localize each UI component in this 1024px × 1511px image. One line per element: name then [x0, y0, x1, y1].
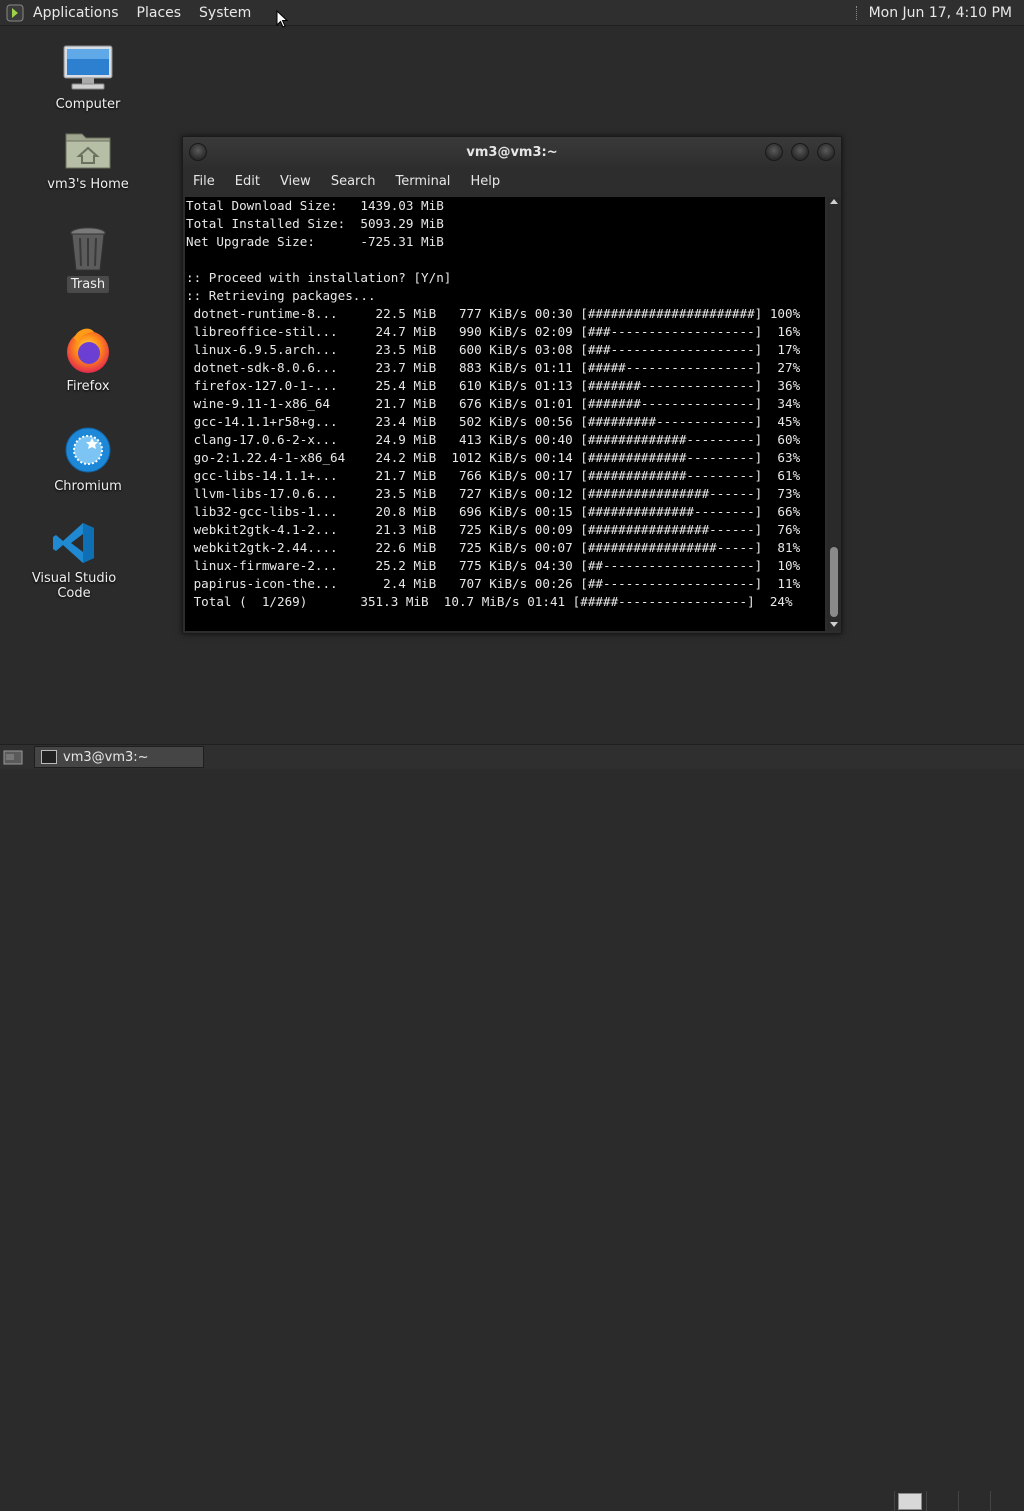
desktop-icon-computer[interactable]: Computer	[28, 44, 148, 113]
terminal-scrollbar[interactable]	[827, 197, 841, 631]
chromium-icon	[65, 427, 111, 473]
system-menu[interactable]: System	[190, 5, 260, 21]
terminal-line: lib32-gcc-libs-1... 20.8 MiB 696 KiB/s 0…	[186, 504, 801, 519]
taskbar-window-button[interactable]: vm3@vm3:~	[34, 746, 204, 768]
close-button[interactable]	[817, 143, 835, 161]
menu-terminal[interactable]: Terminal	[385, 174, 460, 189]
workspace-2[interactable]	[928, 1491, 954, 1511]
desktop-icon-home[interactable]: vm3's Home	[28, 128, 148, 193]
terminal-line: Net Upgrade Size: -725.31 MiB	[186, 234, 444, 249]
terminal-line: linux-6.9.5.arch... 23.5 MiB 600 KiB/s 0…	[186, 342, 801, 357]
terminal-line: webkit2gtk-4.1-2... 21.3 MiB 725 KiB/s 0…	[186, 522, 801, 537]
terminal-window[interactable]: vm3@vm3:~ File Edit View Search Terminal…	[182, 136, 842, 634]
desktop-icon-label: vm3's Home	[47, 177, 129, 192]
terminal-line: gcc-14.1.1+r58+g... 23.4 MiB 502 KiB/s 0…	[186, 414, 801, 429]
applications-menu[interactable]: Applications	[24, 5, 128, 21]
terminal-line: linux-firmware-2... 25.2 MiB 775 KiB/s 0…	[186, 558, 801, 573]
window-title: vm3@vm3:~	[466, 144, 558, 160]
places-menu[interactable]: Places	[128, 5, 191, 21]
menu-view[interactable]: View	[270, 174, 321, 189]
terminal-line: Total ( 1/269) 351.3 MiB 10.7 MiB/s 01:4…	[186, 594, 793, 609]
taskbar-window-label: vm3@vm3:~	[63, 749, 149, 765]
window-menu-button[interactable]	[189, 143, 207, 161]
trash-icon	[70, 227, 106, 271]
bottom-panel: vm3@vm3:~	[0, 744, 1024, 1511]
terminal-line: dotnet-runtime-8... 22.5 MiB 777 KiB/s 0…	[186, 306, 801, 321]
terminal-line: :: Retrieving packages...	[186, 288, 376, 303]
desktop-icon-trash[interactable]: Trash	[28, 226, 148, 293]
desktop-icon-label: Chromium	[54, 479, 122, 494]
window-titlebar[interactable]: vm3@vm3:~	[183, 137, 841, 167]
panel-separator	[855, 5, 859, 20]
workspace-1[interactable]	[898, 1493, 922, 1510]
desktop-icon-vscode[interactable]: Visual Studio Code	[14, 520, 134, 602]
menu-edit[interactable]: Edit	[225, 174, 270, 189]
desktop-icon-chromium[interactable]: Chromium	[28, 426, 148, 495]
clock[interactable]: Mon Jun 17, 4:10 PM	[861, 5, 1024, 21]
scrollbar-thumb[interactable]	[830, 547, 838, 617]
terminal-line: dotnet-sdk-8.0.6... 23.7 MiB 883 KiB/s 0…	[186, 360, 801, 375]
vscode-icon	[53, 523, 94, 563]
menu-help[interactable]: Help	[460, 174, 510, 189]
desktop-icon-label: Visual Studio Code	[31, 571, 117, 601]
desktop-icon-label: Firefox	[66, 379, 110, 394]
terminal-line: Total Installed Size: 5093.29 MiB	[186, 216, 444, 231]
terminal-line: wine-9.11-1-x86_64 21.7 MiB 676 KiB/s 01…	[186, 396, 801, 411]
terminal-line: Total Download Size: 1439.03 MiB	[186, 198, 444, 213]
desktop-icon-label: Trash	[66, 276, 110, 293]
terminal-line: clang-17.0.6-2-x... 24.9 MiB 413 KiB/s 0…	[186, 432, 801, 447]
menu-file[interactable]: File	[183, 174, 225, 189]
scroll-up-arrow-icon[interactable]	[830, 199, 838, 204]
show-desktop-icon[interactable]	[3, 748, 23, 766]
workspace-3[interactable]	[960, 1491, 986, 1511]
terminal-menubar: File Edit View Search Terminal Help	[183, 167, 841, 195]
menu-search[interactable]: Search	[321, 174, 386, 189]
applications-logo-icon[interactable]	[6, 4, 24, 22]
terminal-line: firefox-127.0-1-... 25.4 MiB 610 KiB/s 0…	[186, 378, 801, 393]
terminal-output[interactable]: Total Download Size: 1439.03 MiB Total I…	[185, 197, 825, 631]
scroll-down-arrow-icon[interactable]	[830, 622, 838, 627]
terminal-line: libreoffice-stil... 24.7 MiB 990 KiB/s 0…	[186, 324, 801, 339]
desktop-icon-firefox[interactable]: Firefox	[28, 326, 148, 395]
maximize-button[interactable]	[791, 143, 809, 161]
minimize-button[interactable]	[765, 143, 783, 161]
terminal-line: papirus-icon-the... 2.4 MiB 707 KiB/s 00…	[186, 576, 801, 591]
terminal-line: gcc-libs-14.1.1+... 21.7 MiB 766 KiB/s 0…	[186, 468, 801, 483]
terminal-line: llvm-libs-17.0.6... 23.5 MiB 727 KiB/s 0…	[186, 486, 801, 501]
firefox-icon	[67, 328, 109, 373]
workspace-4[interactable]	[992, 1491, 1018, 1511]
terminal-line: :: Proceed with installation? [Y/n]	[186, 270, 452, 285]
top-panel: Applications Places System Mon Jun 17, 4…	[0, 0, 1024, 28]
desktop-icon-label: Computer	[55, 97, 121, 112]
terminal-line: webkit2gtk-2.44.... 22.6 MiB 725 KiB/s 0…	[186, 540, 801, 555]
home-folder-icon	[65, 133, 111, 169]
terminal-icon	[41, 750, 57, 764]
terminal-line: go-2:1.22.4-1-x86_64 24.2 MiB 1012 KiB/s…	[186, 450, 801, 465]
mouse-cursor-icon	[276, 9, 289, 28]
computer-icon	[63, 45, 113, 90]
